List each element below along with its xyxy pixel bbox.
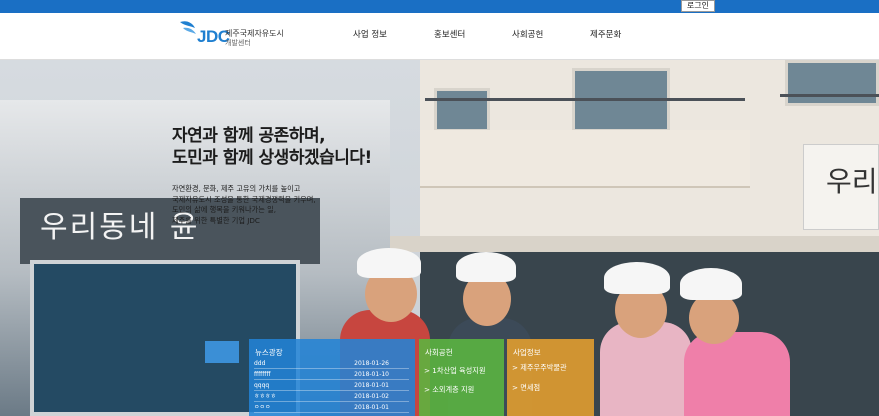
logo-name-line2: 개발센터 [225,39,251,47]
social-link[interactable]: > 1차산업 육성지원 [424,366,485,376]
news-item[interactable]: ffffffff 2018-01-10 [254,370,409,380]
nav-business-info[interactable]: 사업 정보 [353,28,387,40]
hero-headline: 자연과 함께 공존하며, 도민과 함께 상생하겠습니다! [172,125,372,169]
person-hat [456,252,516,282]
social-contribution-panel: 사회공헌 > 1차산업 육성지원 > 소외계층 지원 [419,339,504,416]
hero-description-line4: 제주를 위한 특별한 기업 JDC [172,215,260,225]
hero-awning [420,130,750,188]
hero-canopy [385,236,879,252]
news-item[interactable]: ㅇㅇㅇ 2018-01-01 [254,403,409,413]
news-item-title: ffffffff [254,371,271,378]
news-item[interactable]: ddd 2018-01-26 [254,359,409,369]
news-item-date: 2018-01-26 [354,360,389,367]
info-link[interactable]: > 면세점 [512,383,540,393]
person-hat [604,262,670,294]
hero-description-line1: 자연환경, 문화, 제주 고유의 가치를 높이고 [172,184,301,193]
hero-balcony [780,94,879,128]
hero-banner: 우리동네 윤 우리 자연과 함께 공존하며, 도민과 함께 상생하겠습니다! 자… [0,60,879,416]
hero-right-board-text: 우리 [826,165,878,198]
news-panel-title[interactable]: 뉴스광장 [255,347,283,358]
social-panel-title[interactable]: 사회공헌 [425,347,453,358]
top-bar [0,0,879,13]
person-body [684,332,790,416]
news-item[interactable]: ㅎㅎㅎㅎ 2018-01-02 [254,392,409,402]
hero-headline-line2: 도민과 함께 상생하겠습니다! [172,148,372,168]
site-header: JDC 제주국제자유도시 개발센터 사업 정보 홍보센터 사회공헌 제주문화 [0,13,879,60]
news-item[interactable]: qqqq 2018-01-01 [254,381,409,391]
news-item-date: 2018-01-01 [354,382,389,389]
info-link[interactable]: > 제주우주박물관 [512,363,567,373]
hero-door-sign [205,341,239,363]
hero-description: 자연환경, 문화, 제주 고유의 가치를 높이고 국제자유도시 조성을 통한 국… [172,184,316,226]
nav-social-contribution[interactable]: 사회공헌 [512,28,543,40]
news-item-title: ddd [254,360,266,367]
hero-headline-line1: 자연과 함께 공존하며, [172,126,326,146]
news-item-title: ㅇㅇㅇ [254,404,271,411]
hero-balcony [425,98,745,132]
news-item-title: qqqq [254,382,270,389]
login-button[interactable]: 로그인 [680,0,715,12]
news-item-title: ㅎㅎㅎㅎ [254,393,277,400]
person-hat [357,248,421,278]
nav-jeju-culture[interactable]: 제주문화 [590,28,621,40]
social-link[interactable]: > 소외계층 지원 [424,385,474,395]
hero-description-line3: 도민의 삶에 행복을 키워나가는 일, [172,205,276,214]
news-item-date: 2018-01-01 [354,404,389,411]
business-info-panel: 사업정보 > 제주우주박물관 > 면세점 [507,339,594,416]
nav-pr-center[interactable]: 홍보센터 [434,28,465,40]
news-item-date: 2018-01-02 [354,393,389,400]
info-panel-title[interactable]: 사업정보 [513,347,541,358]
person-hat [680,268,742,300]
news-panel: 뉴스광장 ddd 2018-01-26 ffffffff 2018-01-10 … [249,339,415,416]
jdc-logo[interactable]: JDC 제주국제자유도시 개발센터 [179,18,289,54]
hero-description-line2: 국제자유도시 조성을 통한 국제경쟁력을 키우며, [172,194,316,204]
news-item-date: 2018-01-10 [354,371,389,378]
